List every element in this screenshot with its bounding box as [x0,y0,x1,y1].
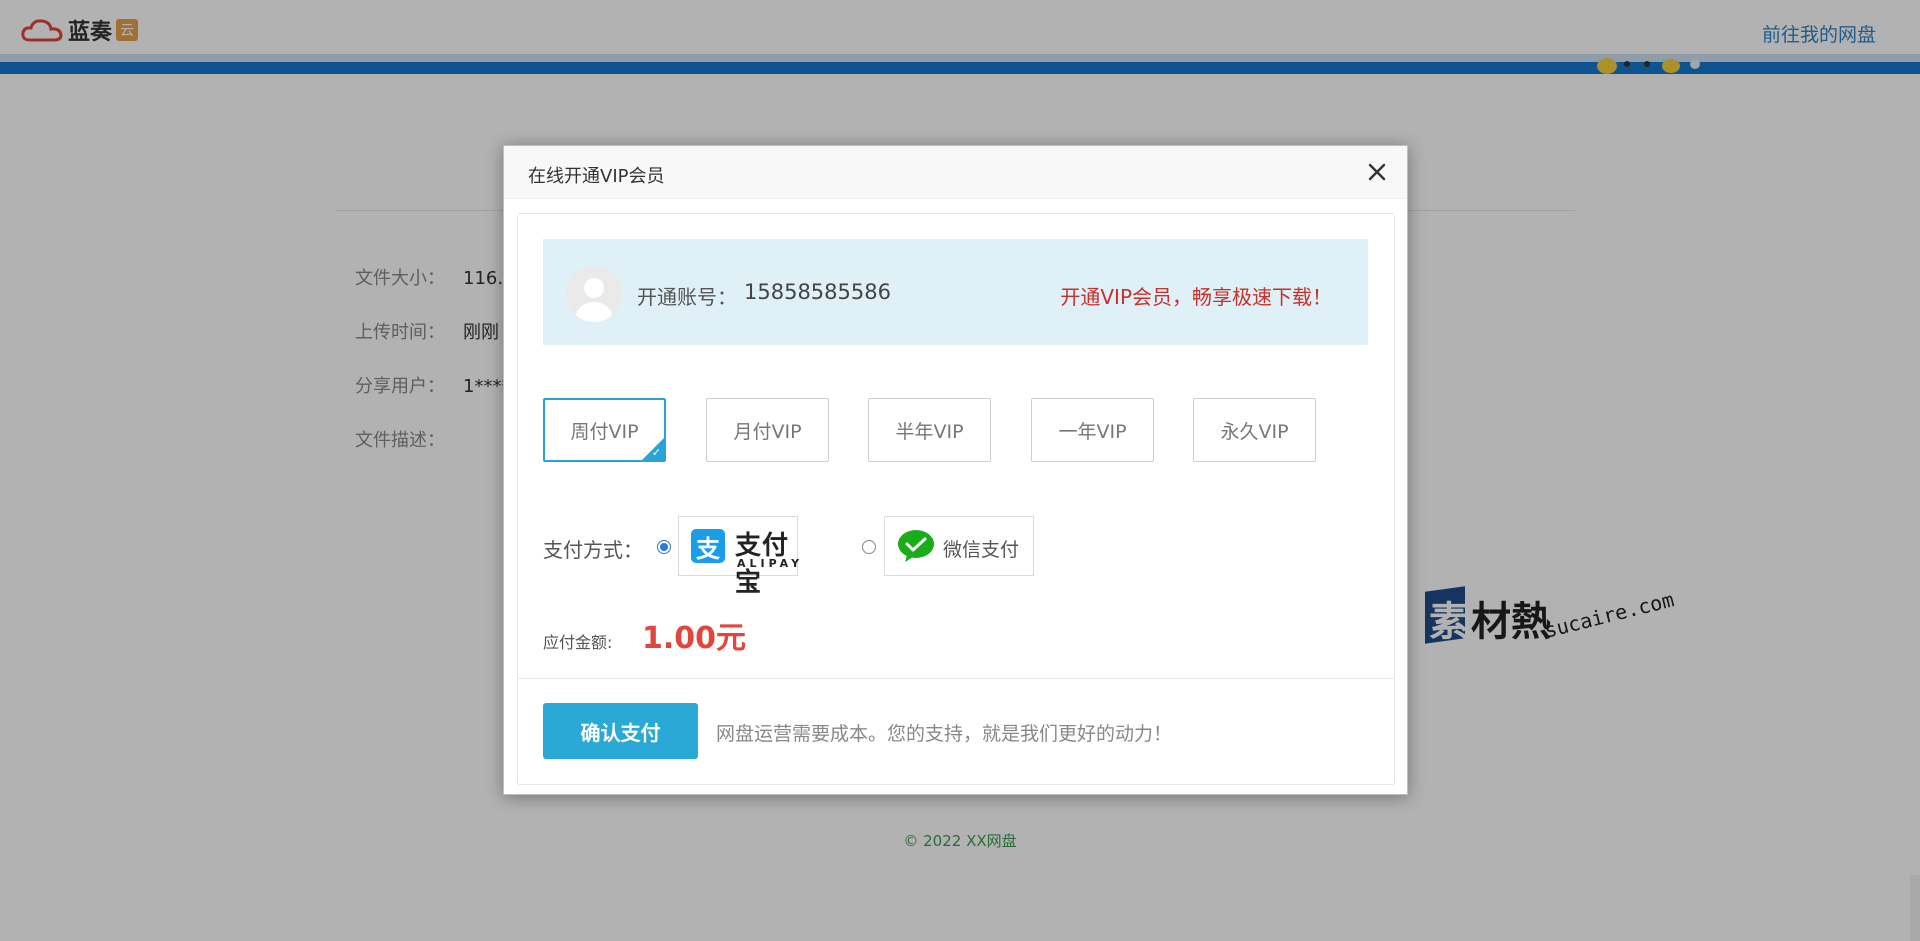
vip-promo-text: 开通VIP会员，畅享极速下载！ [1060,285,1332,309]
payment-method-label: 支付方式： [543,538,643,562]
plan-halfyear-vip[interactable]: 半年VIP [868,398,991,462]
wechat-pay-label: 微信支付 [943,539,1020,561]
plan-label: 永久VIP [1220,420,1289,443]
footer-divider [518,678,1394,679]
confirm-payment-button[interactable]: 确认支付 [543,703,698,759]
account-panel: 开通账号： 15858585586 开通VIP会员，畅享极速下载！ [543,239,1368,345]
plan-lifetime-vip[interactable]: 永久VIP [1193,398,1316,462]
user-avatar-icon [576,278,612,322]
account-label: 开通账号： [637,285,737,309]
wechat-pay-option[interactable]: 微信支付 [884,516,1034,576]
amount-label: 应付金额: [543,633,613,652]
plan-monthly-vip[interactable]: 月付VIP [706,398,829,462]
modal-body: 开通账号： 15858585586 开通VIP会员，畅享极速下载！ 周付VIP … [517,213,1395,785]
amount-value: 1.00元 [642,621,747,656]
vip-modal: 在线开通VIP会员 开通账号： 15858585586 开通VIP会员，畅享极速… [503,145,1408,795]
plan-yearly-vip[interactable]: 一年VIP [1031,398,1154,462]
alipay-en-label: ALIPAY [737,557,804,570]
alipay-icon: 支 [691,529,725,563]
check-icon: ✓ [651,446,661,459]
avatar [566,266,622,322]
alipay-radio[interactable] [657,540,671,554]
wechat-radio[interactable] [862,540,876,554]
modal-title: 在线开通VIP会员 [528,166,665,187]
support-message: 网盘运营需要成本。您的支持，就是我们更好的动力！ [716,723,1173,745]
plan-label: 月付VIP [733,420,802,443]
alipay-option[interactable]: 支 支付宝 ALIPAY [678,516,799,598]
plan-weekly-vip[interactable]: 周付VIP ✓ [543,398,666,462]
account-number: 15858585586 [744,280,891,304]
plan-label: 一年VIP [1058,420,1127,443]
plan-label: 周付VIP [570,420,639,443]
modal-header: 在线开通VIP会员 [504,146,1407,199]
plan-label: 半年VIP [895,420,964,443]
close-icon[interactable] [1365,160,1389,184]
wechat-pay-icon [898,530,934,562]
